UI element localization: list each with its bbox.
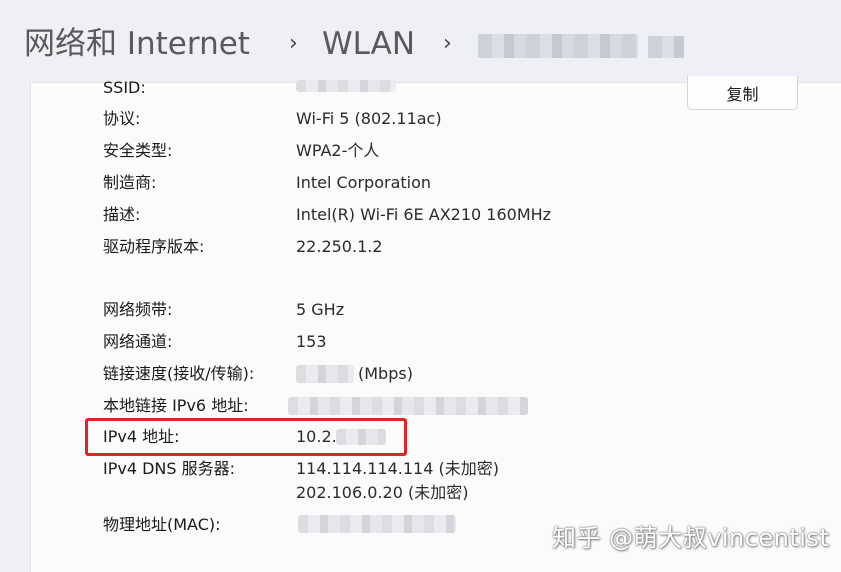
property-value-protocol: Wi-Fi 5 (802.11ac) [296, 109, 442, 128]
property-value-security-type: WPA2-个人 [296, 141, 380, 160]
property-label-description: 描述: [103, 205, 141, 224]
breadcrumb-network-internet[interactable]: 网络和 Internet [24, 22, 250, 66]
property-value-mac-redacted [298, 515, 456, 533]
property-value-description: Intel(R) Wi-Fi 6E AX210 160MHz [296, 205, 552, 224]
property-label-mac-address: 物理地址(MAC): [103, 515, 221, 534]
ipv4-highlight-box [85, 418, 407, 456]
breadcrumb-network-name-redacted [478, 34, 638, 58]
property-value-ipv4-dns-primary: 114.114.114.114 (未加密) [296, 459, 499, 478]
property-value-network-band: 5 GHz [296, 300, 345, 319]
breadcrumb-wlan[interactable]: WLAN [322, 22, 415, 66]
copy-button[interactable]: 复制 [687, 76, 798, 110]
property-value-driver-version: 22.250.1.2 [296, 237, 383, 256]
zhihu-watermark: 知乎 @萌大叔vincentist [552, 524, 830, 552]
property-label-protocol: 协议: [103, 109, 141, 128]
property-label-ssid: SSID: [103, 78, 146, 97]
property-value-ssid-redacted [296, 80, 396, 92]
property-value-ipv6-redacted [288, 397, 528, 415]
property-value-network-channel: 153 [296, 332, 327, 351]
property-label-ipv4-dns: IPv4 DNS 服务器: [103, 459, 236, 478]
property-label-network-band: 网络频带: [103, 300, 173, 319]
property-label-link-speed: 链接速度(接收/传输): [103, 364, 255, 383]
property-value-ipv4-dns-secondary: 202.106.0.20 (未加密) [296, 483, 469, 502]
property-label-network-channel: 网络通道: [103, 332, 173, 351]
chevron-right-icon: › [289, 31, 298, 56]
property-value-link-speed-redacted [296, 365, 354, 383]
page-header: 网络和 Internet › WLAN › [0, 0, 841, 86]
property-label-security-type: 安全类型: [103, 141, 173, 160]
property-label-ipv6-address: 本地链接 IPv6 地址: [103, 396, 249, 415]
chevron-right-icon: › [443, 31, 452, 56]
property-value-manufacturer: Intel Corporation [296, 173, 432, 192]
property-label-driver-version: 驱动程序版本: [103, 237, 205, 256]
property-label-manufacturer: 制造商: [103, 173, 157, 192]
breadcrumb-redacted-suffix [648, 36, 684, 58]
property-value-link-speed-unit: (Mbps) [358, 364, 413, 383]
